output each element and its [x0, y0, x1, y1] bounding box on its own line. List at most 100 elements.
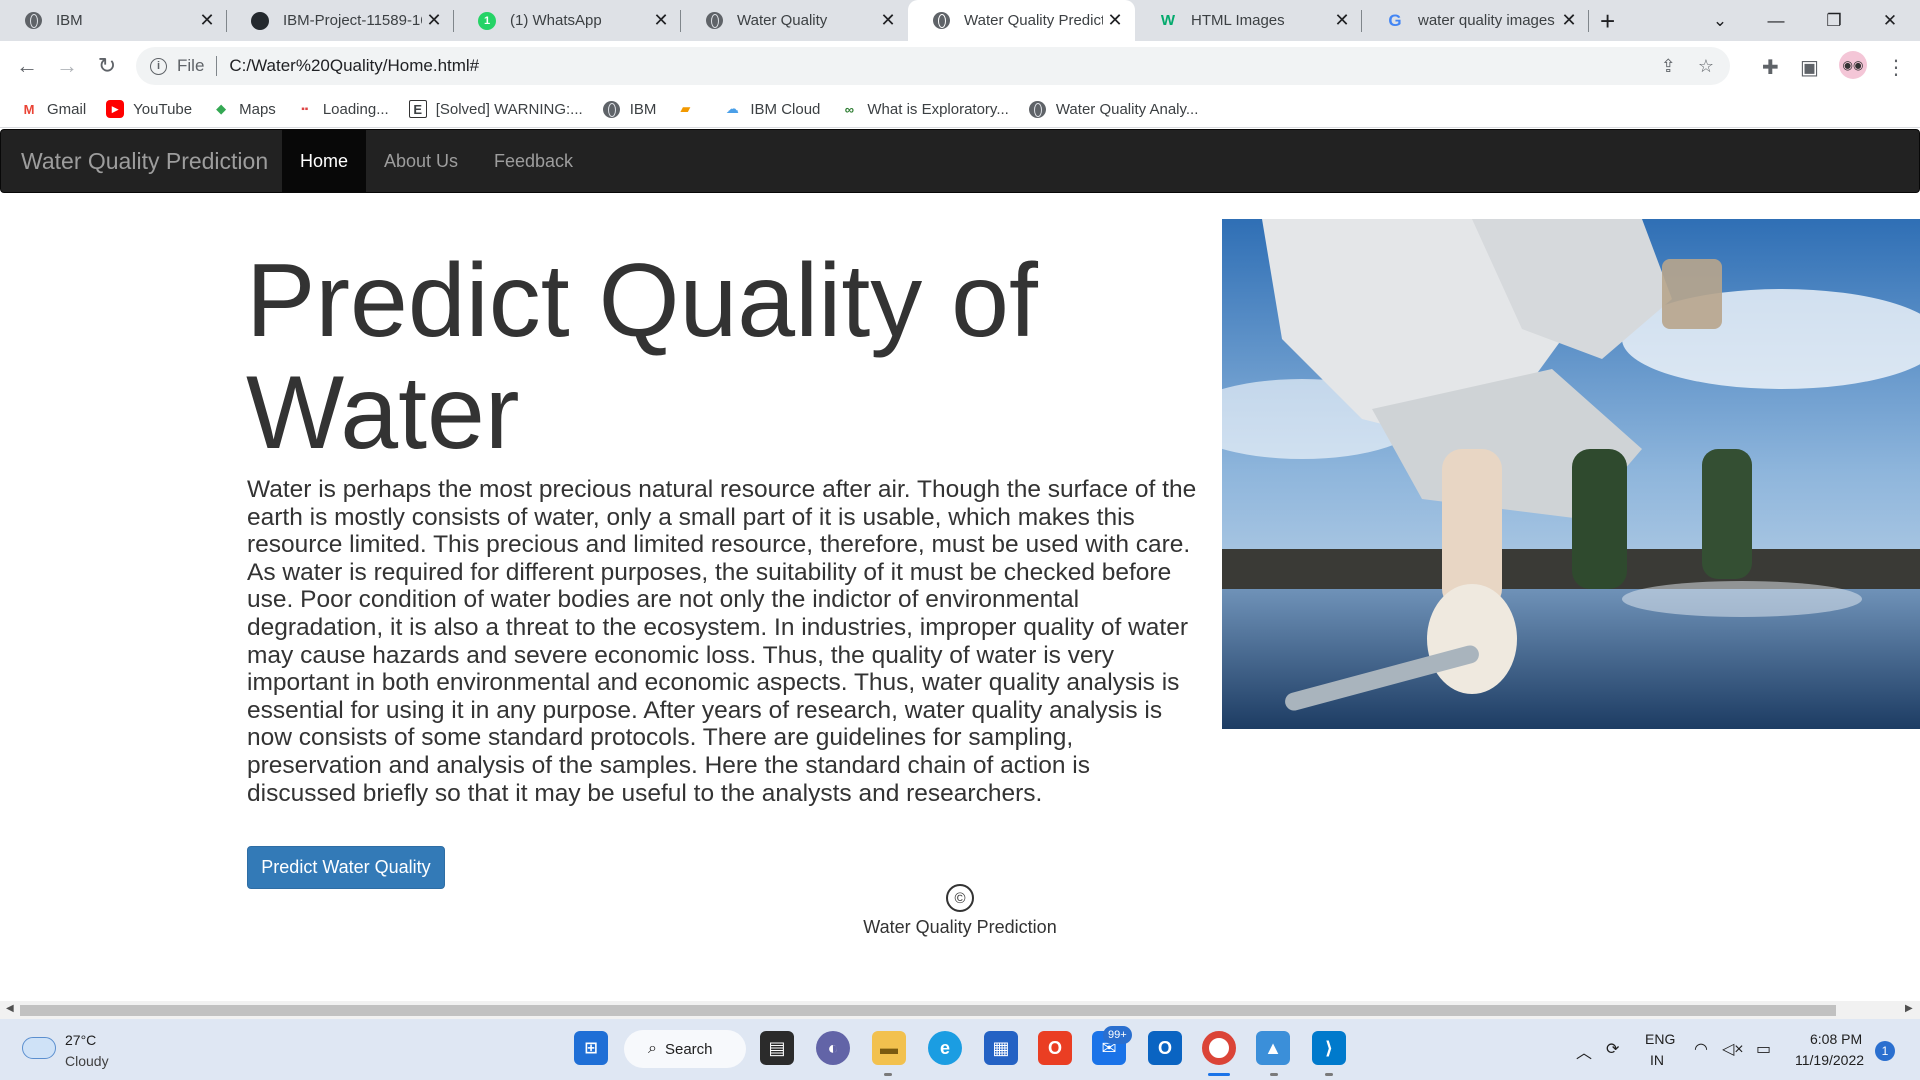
info-icon[interactable]: i [150, 57, 167, 75]
bookmark-label: Gmail [47, 100, 87, 118]
language-indicator[interactable]: ENG [1645, 1031, 1675, 1047]
tab-html-images[interactable]: W HTML Images ✕ [1135, 0, 1362, 41]
weather-temperature[interactable]: 27°C [65, 1032, 96, 1048]
bookmarks-bar: M Gmail ▶ YouTube ◆ Maps ▪▪ Loading... E [Sol… [0, 91, 1920, 128]
copyright-icon: © [946, 884, 974, 912]
globe-icon [932, 12, 950, 30]
close-icon[interactable]: ✕ [1557, 10, 1581, 31]
photos-icon[interactable]: ▲ [1256, 1031, 1290, 1065]
volume-muted-icon[interactable]: ◁× [1722, 1039, 1744, 1059]
tab-ibm[interactable]: IBM ✕ [0, 0, 227, 41]
bookmark-star-icon[interactable]: ☆ [1698, 56, 1714, 77]
forward-icon[interactable]: → [52, 51, 82, 81]
outlook-icon[interactable]: O [1148, 1031, 1182, 1065]
new-tab-button[interactable]: + [1600, 6, 1615, 37]
scheme-label: File [177, 56, 205, 75]
tab-title: HTML Images [1191, 12, 1285, 29]
close-icon[interactable]: ✕ [195, 10, 219, 31]
restore-icon[interactable]: ❐ [1806, 0, 1862, 41]
close-icon[interactable]: ✕ [1103, 10, 1127, 31]
bookmark-label: Loading... [322, 100, 389, 118]
site-navbar: Water Quality Prediction Home About Us F… [0, 129, 1920, 193]
close-icon[interactable]: ✕ [876, 10, 900, 31]
nav-home[interactable]: Home [282, 130, 367, 192]
nav-feedback[interactable]: Feedback [476, 130, 591, 192]
cloud-icon[interactable] [22, 1037, 56, 1059]
clock-date[interactable]: 11/19/2022 [1795, 1052, 1864, 1068]
extensions-icon[interactable]: ✚ [1762, 55, 1779, 80]
window-close-icon[interactable]: ✕ [1862, 0, 1918, 41]
sync-icon[interactable]: ⟳ [1606, 1039, 1619, 1059]
tab-whatsapp[interactable]: 1 (1) WhatsApp ✕ [454, 0, 681, 41]
bookmark-ibm-cloud[interactable]: ☁ IBM Cloud [723, 100, 821, 118]
bookmark-gmail[interactable]: M Gmail [20, 100, 87, 118]
running-indicator [1325, 1073, 1333, 1076]
scroll-right-icon[interactable]: ▶ [1905, 1003, 1913, 1014]
bookmark-exploratory[interactable]: ∞ What is Exploratory... [840, 100, 1009, 118]
share-icon[interactable]: ⇪ [1661, 56, 1676, 77]
close-icon[interactable]: ✕ [422, 10, 446, 31]
water-sampling-photo [1222, 219, 1920, 729]
input-indicator[interactable]: IN [1650, 1052, 1664, 1068]
scroll-left-icon[interactable]: ◀ [6, 1003, 14, 1014]
taskbar-search[interactable]: ⌕ Search [624, 1030, 746, 1068]
page-headline: Predict Quality of Water [246, 243, 1038, 471]
url-text[interactable]: C:/Water%20Quality/Home.html# [229, 56, 479, 76]
tab-ibm-project[interactable]: IBM-Project-11589-16 ✕ [227, 0, 454, 41]
search-label: Search [664, 1040, 713, 1058]
bookmark-label: What is Exploratory... [867, 100, 1009, 118]
browser-toolbar: ← → ↻ i File C:/Water%20Quality/Home.htm… [0, 41, 1920, 91]
weather-condition[interactable]: Cloudy [65, 1053, 109, 1069]
notification-badge[interactable]: 1 [1875, 1041, 1895, 1061]
predict-water-quality-button[interactable]: Predict Water Quality [247, 846, 445, 889]
tab-search-icon[interactable]: ⌄ [1692, 0, 1748, 41]
clock-time[interactable]: 6:08 PM [1810, 1031, 1862, 1047]
reload-icon[interactable]: ↻ [92, 51, 122, 81]
tab-water-quality-images[interactable]: G water quality images ✕ [1362, 0, 1589, 41]
bookmark-unnamed[interactable]: ▰ [676, 100, 703, 118]
w3schools-icon: W [1160, 12, 1176, 29]
gmail-icon: M [23, 101, 35, 117]
wifi-icon[interactable]: ◠ [1694, 1039, 1708, 1059]
vscode-icon[interactable]: ⟩ [1312, 1031, 1346, 1065]
bookmark-icon: ▰ [680, 101, 691, 116]
github-icon [251, 11, 269, 30]
address-bar[interactable]: i File C:/Water%20Quality/Home.html# ⇪ ☆ [136, 47, 1730, 85]
horizontal-scrollbar[interactable]: ◀ ▶ [0, 1001, 1920, 1019]
minimize-icon[interactable]: — [1748, 0, 1804, 41]
teams-chat-icon[interactable]: ◐ [816, 1031, 850, 1065]
office-icon[interactable]: O [1038, 1031, 1072, 1065]
bookmark-solved-warning[interactable]: E [Solved] WARNING:... [408, 100, 583, 118]
bookmark-loading[interactable]: ▪▪ Loading... [296, 100, 389, 118]
back-icon[interactable]: ← [12, 51, 42, 81]
edge-icon[interactable]: e [928, 1031, 962, 1065]
chrome-icon[interactable] [1202, 1031, 1236, 1065]
running-indicator [1270, 1073, 1278, 1076]
profile-avatar[interactable]: ◉◉ [1839, 51, 1867, 79]
bookmark-ibm[interactable]: IBM [603, 100, 656, 118]
task-view-icon[interactable]: ▤ [760, 1031, 794, 1065]
running-indicator [884, 1073, 892, 1076]
bookmark-label: YouTube [133, 100, 193, 118]
close-icon[interactable]: ✕ [1330, 10, 1354, 31]
scrollbar-thumb[interactable] [20, 1005, 1836, 1016]
bookmark-water-quality-analysis[interactable]: Water Quality Analy... [1029, 100, 1198, 118]
site-brand[interactable]: Water Quality Prediction [21, 148, 268, 175]
start-icon[interactable]: ⊞ [574, 1031, 608, 1065]
tab-title: IBM [56, 12, 83, 29]
side-panel-icon[interactable]: ▣ [1800, 55, 1819, 80]
menu-icon[interactable]: ⋮ [1886, 55, 1906, 80]
globe-icon [1029, 100, 1047, 118]
store-icon[interactable]: ▦ [984, 1031, 1018, 1065]
search-icon: ⌕ [648, 1040, 657, 1057]
nav-about-us[interactable]: About Us [366, 130, 476, 192]
running-indicator [1208, 1073, 1230, 1076]
bookmark-maps[interactable]: ◆ Maps [212, 100, 276, 118]
bookmark-youtube[interactable]: ▶ YouTube [106, 100, 192, 118]
file-explorer-icon[interactable]: ▬ [872, 1031, 906, 1065]
battery-icon[interactable]: ▭ [1756, 1039, 1771, 1059]
tab-water-quality[interactable]: Water Quality ✕ [681, 0, 908, 41]
tab-water-quality-prediction[interactable]: Water Quality Predicti ✕ [908, 0, 1135, 41]
chevron-up-icon[interactable]: ︿ [1576, 1039, 1592, 1063]
close-icon[interactable]: ✕ [649, 10, 673, 31]
